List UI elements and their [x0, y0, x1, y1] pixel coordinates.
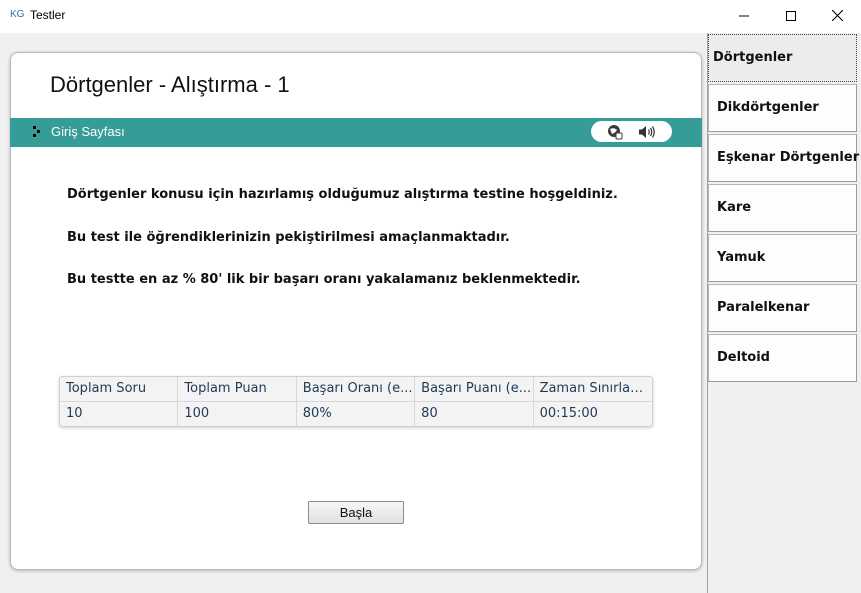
table-header-row: Toplam Soru Toplam Puan Başarı Oranı (e.…	[60, 377, 652, 402]
close-icon	[831, 10, 843, 21]
speaker-icon	[639, 125, 655, 138]
success-criteria-paragraph: Bu testte en az % 80' lik bir başarı ora…	[67, 272, 581, 287]
maximize-button[interactable]	[768, 0, 814, 31]
column-header-time-limit[interactable]: Zaman Sınırlam...	[534, 377, 652, 401]
sidebar-item-paralelkenar[interactable]: Paralelkenar	[708, 284, 857, 332]
globe-button[interactable]	[605, 121, 625, 142]
welcome-paragraph: Dörtgenler konusu için hazırlamış olduğu…	[67, 187, 618, 202]
cell-total-points: 100	[178, 402, 297, 426]
speaker-button[interactable]	[636, 121, 658, 142]
minimize-icon	[739, 15, 749, 16]
test-info-table: Toplam Soru Toplam Puan Başarı Oranı (e.…	[59, 376, 653, 427]
column-header-total-points[interactable]: Toplam Puan	[178, 377, 297, 401]
breadcrumb-arrow-icon	[33, 126, 40, 137]
column-header-total-questions[interactable]: Toplam Soru	[60, 377, 179, 401]
cell-time-limit: 00:15:00	[539, 406, 598, 421]
title-bar: KG Testler	[0, 0, 861, 31]
sidebar-item-dikdortgenler[interactable]: Dikdörtgenler	[708, 84, 857, 132]
app-icon: KG	[10, 9, 25, 20]
cell-total-questions: 10	[60, 402, 179, 426]
sidebar-item-deltoid[interactable]: Deltoid	[708, 334, 857, 382]
page-title: Dörtgenler - Alıştırma - 1	[50, 72, 290, 97]
sidebar-item-dortgenler[interactable]: Dörtgenler	[708, 34, 857, 82]
maximize-icon	[786, 10, 796, 21]
globe-icon	[608, 124, 623, 139]
sidebar-item-kare[interactable]: Kare	[708, 184, 857, 232]
cell-success-rate: 80%	[297, 402, 416, 426]
start-button[interactable]: Başla	[308, 501, 404, 524]
sidebar-item-yamuk[interactable]: Yamuk	[708, 234, 857, 282]
column-header-success-rate[interactable]: Başarı Oranı (e...	[297, 377, 416, 401]
cell-success-score: 80	[415, 402, 534, 426]
breadcrumb: Giriş Sayfası	[51, 124, 125, 139]
minimize-button[interactable]	[721, 0, 767, 31]
close-button[interactable]	[814, 0, 860, 31]
column-header-success-score[interactable]: Başarı Puanı (e...	[415, 377, 534, 401]
purpose-paragraph: Bu test ile öğrendiklerinizin pekiştiril…	[67, 230, 510, 245]
sidebar-item-eskenar-dortgenler[interactable]: Eşkenar Dörtgenler	[708, 134, 859, 182]
window-title: Testler	[30, 8, 66, 22]
table-row[interactable]: 10 100 80% 80 00:15:00	[60, 402, 652, 426]
toolbar-pill	[591, 121, 672, 142]
